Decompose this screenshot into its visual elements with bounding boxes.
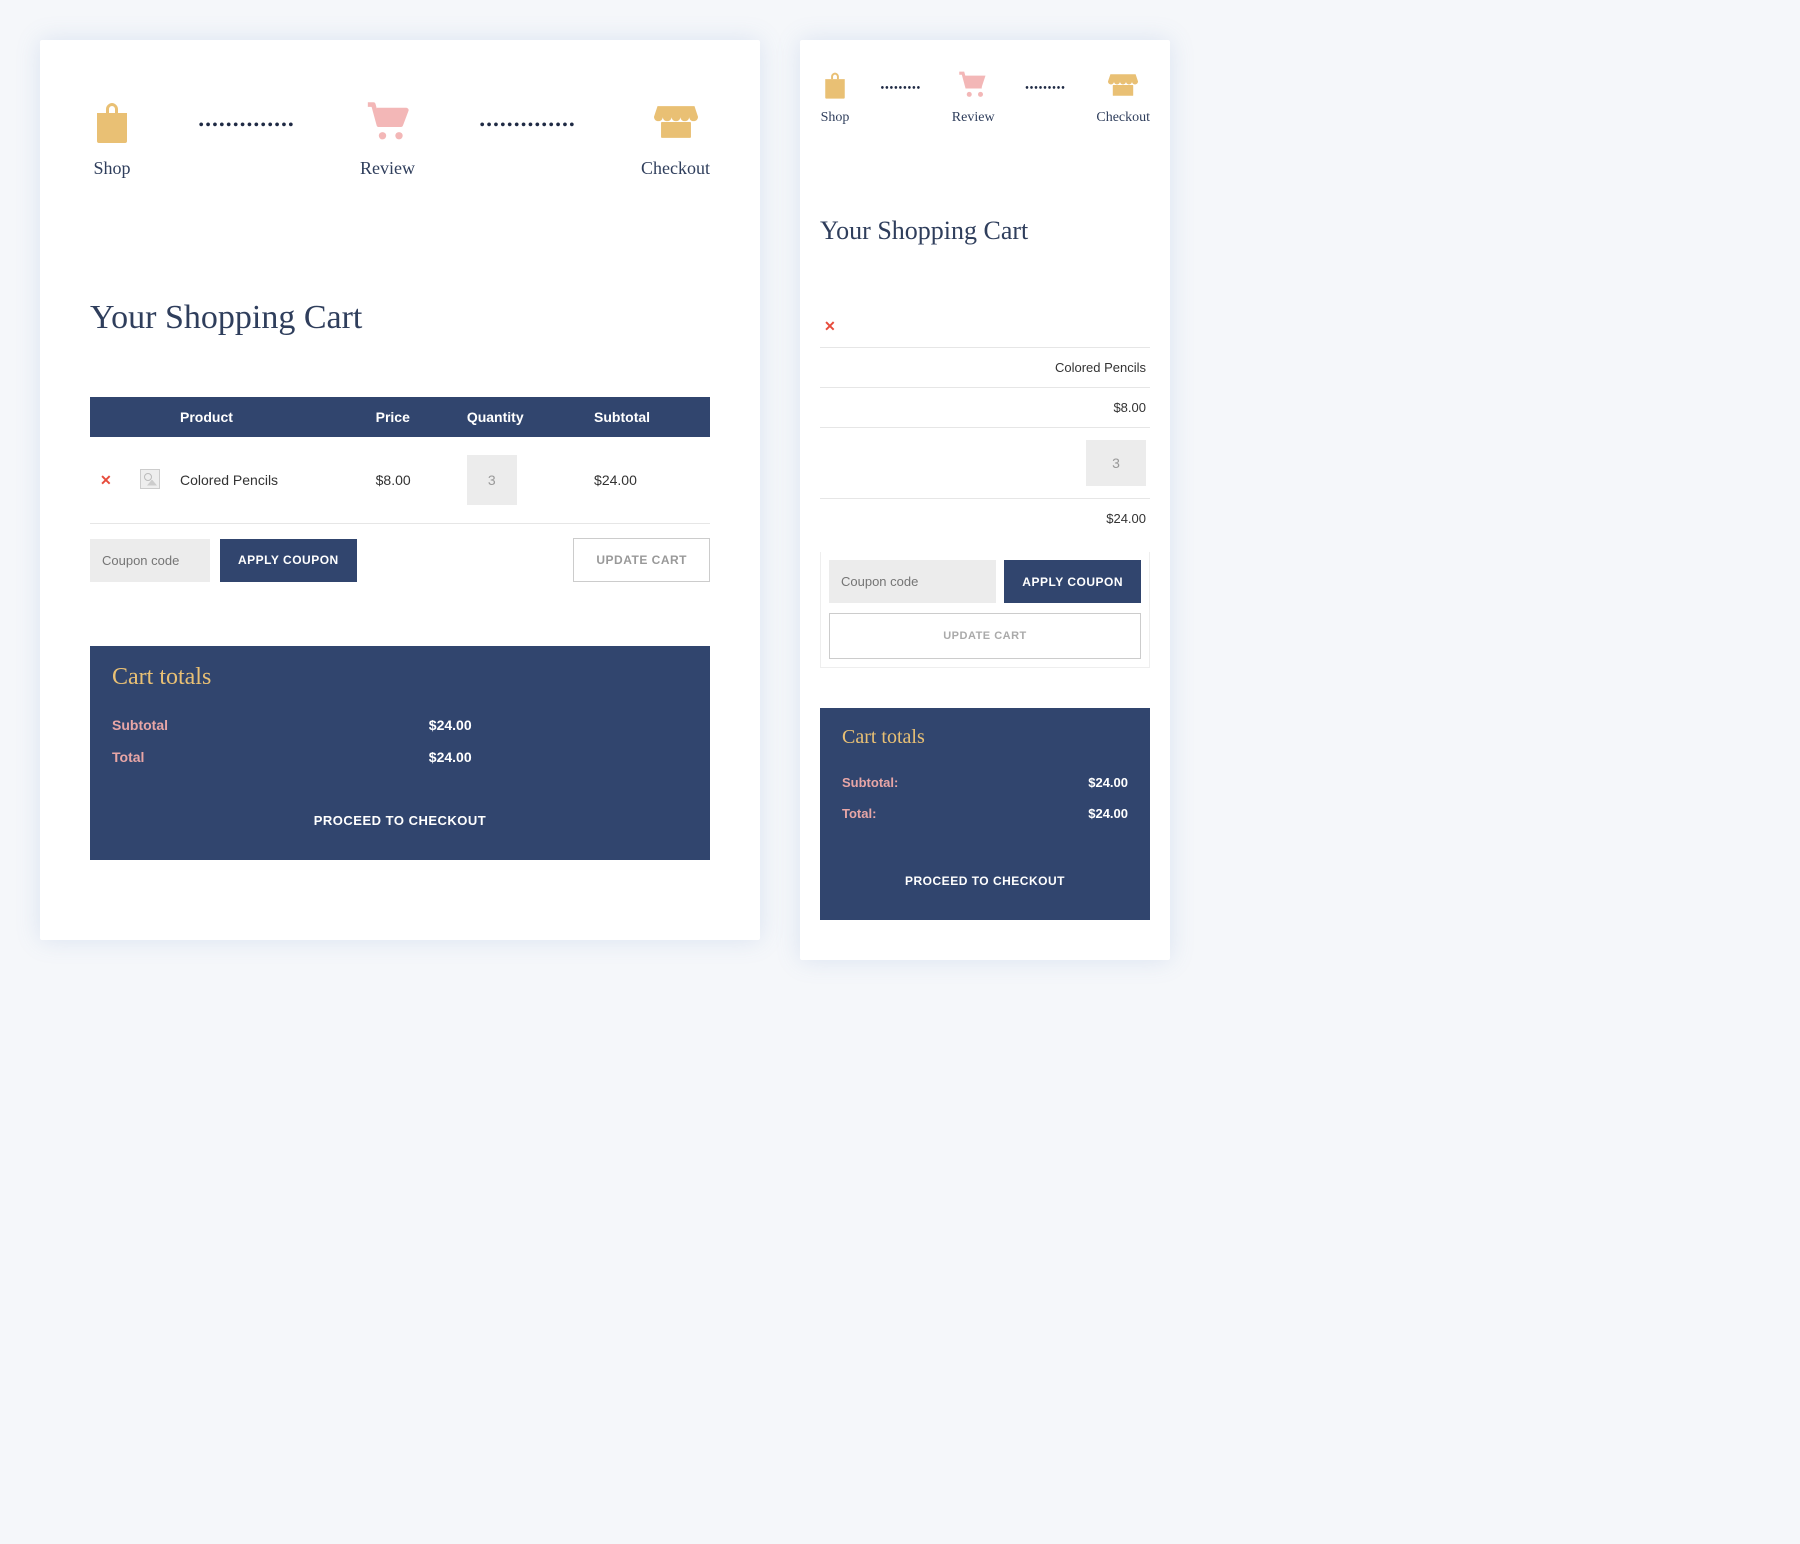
step-review-label: Review bbox=[952, 110, 995, 126]
checkout-stepper: Shop •••••••••••••• Review •••••••••••••… bbox=[90, 100, 710, 179]
cart-row: ✕ Colored Pencils $8.00 $24.00 bbox=[90, 437, 710, 524]
col-quantity: Quantity bbox=[457, 397, 584, 437]
apply-coupon-button[interactable]: APPLY COUPON bbox=[220, 539, 357, 582]
total-label: Total bbox=[112, 749, 429, 765]
stepper-dots: •••••••••••••• bbox=[415, 118, 641, 134]
product-subtotal: $24.00 bbox=[820, 498, 1150, 538]
step-checkout[interactable]: Checkout bbox=[1096, 70, 1150, 126]
subtotal-value: $24.00 bbox=[1088, 775, 1128, 790]
page-title: Your Shopping Cart bbox=[90, 299, 710, 337]
mobile-view: Shop ••••••••• Review ••••••••• Checkout… bbox=[800, 40, 1170, 960]
step-shop[interactable]: Shop bbox=[820, 70, 850, 126]
apply-coupon-button[interactable]: APPLY COUPON bbox=[1004, 560, 1141, 603]
product-name[interactable]: Colored Pencils bbox=[820, 347, 1150, 387]
stepper-dots: ••••••••• bbox=[995, 83, 1097, 94]
proceed-checkout-button[interactable]: PROCEED TO CHECKOUT bbox=[842, 874, 1128, 888]
totals-heading: Cart totals bbox=[112, 664, 688, 691]
coupon-input[interactable] bbox=[829, 560, 996, 603]
shopping-bag-icon bbox=[820, 70, 850, 100]
total-value: $24.00 bbox=[1088, 806, 1128, 821]
cart-icon bbox=[958, 70, 988, 100]
step-shop[interactable]: Shop bbox=[90, 100, 134, 179]
update-cart-button[interactable]: UPDATE CART bbox=[829, 613, 1141, 659]
cart-icon bbox=[366, 100, 410, 144]
checkout-stepper: Shop ••••••••• Review ••••••••• Checkout bbox=[820, 70, 1150, 126]
step-checkout-label: Checkout bbox=[641, 158, 710, 179]
store-icon bbox=[654, 100, 698, 144]
cart-list: ✕ Colored Pencils $8.00 $24.00 APPLY COU… bbox=[820, 306, 1150, 668]
totals-heading: Cart totals bbox=[842, 726, 1128, 749]
proceed-checkout-button[interactable]: PROCEED TO CHECKOUT bbox=[112, 813, 688, 828]
desktop-view: Shop •••••••••••••• Review •••••••••••••… bbox=[40, 40, 760, 940]
product-price: $8.00 bbox=[820, 387, 1150, 427]
store-icon bbox=[1108, 70, 1138, 100]
col-price: Price bbox=[366, 397, 457, 437]
product-name[interactable]: Colored Pencils bbox=[170, 437, 366, 524]
step-review[interactable]: Review bbox=[952, 70, 995, 126]
subtotal-label: Subtotal bbox=[112, 717, 429, 733]
quantity-input[interactable] bbox=[467, 455, 517, 505]
total-label: Total: bbox=[842, 806, 876, 821]
total-value: $24.00 bbox=[429, 749, 472, 765]
cart-totals: Cart totals Subtotal $24.00 Total $24.00… bbox=[90, 646, 710, 860]
product-thumbnail[interactable] bbox=[140, 469, 160, 489]
cart-table: Product Price Quantity Subtotal ✕ Colore… bbox=[90, 397, 710, 596]
remove-item-icon[interactable]: ✕ bbox=[100, 472, 112, 488]
product-price: $8.00 bbox=[366, 437, 457, 524]
remove-item-icon[interactable]: ✕ bbox=[824, 318, 836, 334]
update-cart-button[interactable]: UPDATE CART bbox=[573, 538, 710, 582]
step-review[interactable]: Review bbox=[360, 100, 415, 179]
col-product: Product bbox=[170, 397, 366, 437]
step-review-label: Review bbox=[360, 158, 415, 179]
step-checkout-label: Checkout bbox=[1096, 110, 1150, 126]
product-subtotal: $24.00 bbox=[584, 437, 710, 524]
col-subtotal: Subtotal bbox=[584, 397, 710, 437]
stepper-dots: ••••••••• bbox=[850, 83, 952, 94]
shopping-bag-icon bbox=[90, 100, 134, 144]
page-title: Your Shopping Cart bbox=[820, 216, 1150, 246]
subtotal-value: $24.00 bbox=[429, 717, 472, 733]
stepper-dots: •••••••••••••• bbox=[134, 118, 360, 134]
step-shop-label: Shop bbox=[821, 110, 850, 126]
cart-totals: Cart totals Subtotal: $24.00 Total: $24.… bbox=[820, 708, 1150, 920]
subtotal-label: Subtotal: bbox=[842, 775, 898, 790]
coupon-input[interactable] bbox=[90, 539, 210, 582]
quantity-input[interactable] bbox=[1086, 440, 1146, 486]
step-shop-label: Shop bbox=[93, 158, 130, 179]
step-checkout[interactable]: Checkout bbox=[641, 100, 710, 179]
